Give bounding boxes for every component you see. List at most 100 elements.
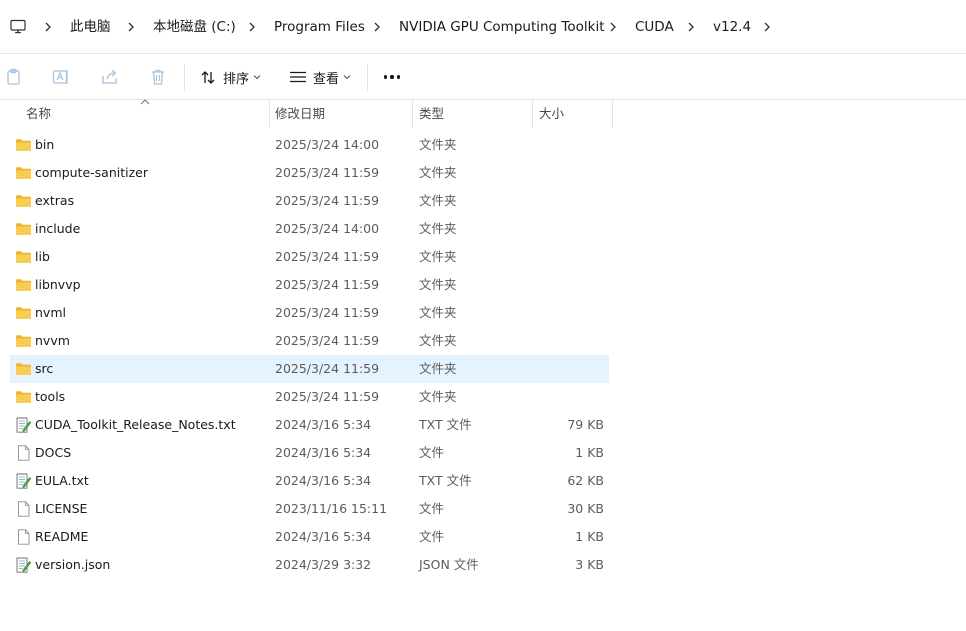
file-name: CUDA_Toolkit_Release_Notes.txt	[35, 417, 236, 432]
sort-ascending-icon	[140, 99, 150, 105]
file-name: compute-sanitizer	[35, 165, 148, 180]
file-type: 文件夹	[419, 361, 457, 376]
file-type: 文件	[419, 501, 445, 516]
column-divider[interactable]	[269, 100, 270, 128]
file-name: DOCS	[35, 445, 72, 460]
file-icon	[15, 529, 32, 545]
file-type: 文件夹	[419, 165, 457, 180]
file-size: 1 KB	[575, 529, 604, 544]
file-size: 79 KB	[567, 417, 604, 432]
toolbar-divider	[367, 64, 368, 91]
computer-icon[interactable]	[10, 19, 26, 35]
chevron-right-icon[interactable]	[762, 21, 772, 33]
dot	[396, 75, 400, 79]
file-row[interactable]: CUDA_Toolkit_Release_Notes.txt 2024/3/16 …	[10, 411, 609, 439]
file-type: 文件	[419, 445, 445, 460]
file-name: include	[35, 221, 81, 236]
delete-icon[interactable]	[148, 67, 168, 87]
file-row[interactable]: bin 2025/3/24 14:00 文件夹	[10, 131, 609, 159]
file-row[interactable]: compute-sanitizer 2025/3/24 11:59 文件夹	[10, 159, 609, 187]
breadcrumb-item[interactable]: CUDA	[635, 0, 674, 54]
column-size[interactable]: 大小	[539, 100, 564, 128]
chevron-right-icon[interactable]	[126, 21, 136, 33]
folder-icon	[15, 165, 32, 181]
text-file-icon	[15, 417, 32, 433]
dot	[384, 75, 388, 79]
address-bar[interactable]: 此电脑 本地磁盘 (C:) Program Files NVIDIA GPU C…	[0, 0, 966, 54]
file-row[interactable]: src 2025/3/24 11:59 文件夹	[10, 355, 609, 383]
column-divider[interactable]	[612, 100, 613, 128]
sort-label: 排序	[223, 71, 250, 87]
file-icon	[15, 501, 32, 517]
chevron-down-icon	[343, 75, 351, 80]
breadcrumb-item[interactable]: 此电脑	[70, 0, 111, 54]
file-date: 2025/3/24 11:59	[275, 165, 380, 180]
breadcrumb-item[interactable]: NVIDIA GPU Computing Toolkit	[399, 0, 605, 54]
file-size: 62 KB	[567, 473, 604, 488]
file-type: TXT 文件	[419, 473, 472, 488]
column-divider[interactable]	[412, 100, 413, 128]
paste-icon[interactable]	[4, 67, 24, 87]
breadcrumb-item[interactable]: Program Files	[274, 0, 365, 54]
folder-icon	[15, 193, 32, 209]
share-icon[interactable]	[100, 67, 120, 87]
file-type: 文件夹	[419, 221, 457, 236]
file-size: 1 KB	[575, 445, 604, 460]
folder-icon	[15, 333, 32, 349]
column-date[interactable]: 修改日期	[275, 100, 325, 128]
chevron-down-icon	[253, 75, 261, 80]
column-name[interactable]: 名称	[26, 100, 51, 128]
file-size: 30 KB	[567, 501, 604, 516]
view-list-icon	[290, 71, 306, 83]
chevron-right-icon[interactable]	[608, 21, 618, 33]
file-type: 文件夹	[419, 277, 457, 292]
file-size: 3 KB	[575, 557, 604, 572]
more-options-button[interactable]	[378, 67, 406, 87]
file-row[interactable]: lib 2025/3/24 11:59 文件夹	[10, 243, 609, 271]
dot	[390, 75, 394, 79]
view-button[interactable]: 查看	[289, 54, 351, 100]
file-row[interactable]: LICENSE 2023/11/16 15:11 文件 30 KB	[10, 495, 609, 523]
folder-icon	[15, 277, 32, 293]
file-name: bin	[35, 137, 55, 152]
chevron-right-icon[interactable]	[247, 21, 257, 33]
file-row[interactable]: DOCS 2024/3/16 5:34 文件 1 KB	[10, 439, 609, 467]
file-row[interactable]: version.json 2024/3/29 3:32 JSON 文件 3 KB	[10, 551, 609, 579]
file-row[interactable]: README 2024/3/16 5:34 文件 1 KB	[10, 523, 609, 551]
file-type: TXT 文件	[419, 417, 472, 432]
file-row[interactable]: tools 2025/3/24 11:59 文件夹	[10, 383, 609, 411]
file-date: 2025/3/24 11:59	[275, 193, 380, 208]
folder-icon	[15, 389, 32, 405]
sort-icon	[201, 70, 215, 84]
column-divider[interactable]	[532, 100, 533, 128]
rename-icon[interactable]	[51, 67, 71, 87]
file-row[interactable]: libnvvp 2025/3/24 11:59 文件夹	[10, 271, 609, 299]
file-row[interactable]: nvml 2025/3/24 11:59 文件夹	[10, 299, 609, 327]
chevron-right-icon[interactable]	[686, 21, 696, 33]
file-type: 文件夹	[419, 137, 457, 152]
chevron-right-icon[interactable]	[43, 21, 53, 33]
breadcrumb-item[interactable]: v12.4	[713, 0, 751, 54]
column-type[interactable]: 类型	[419, 100, 444, 128]
command-bar: 排序 查看	[0, 54, 966, 100]
sort-button[interactable]: 排序	[200, 54, 261, 100]
file-row[interactable]: nvvm 2025/3/24 11:59 文件夹	[10, 327, 609, 355]
file-row[interactable]: include 2025/3/24 14:00 文件夹	[10, 215, 609, 243]
breadcrumb-item[interactable]: 本地磁盘 (C:)	[153, 0, 236, 54]
file-name: nvvm	[35, 333, 70, 348]
file-date: 2025/3/24 11:59	[275, 333, 380, 348]
file-row[interactable]: extras 2025/3/24 11:59 文件夹	[10, 187, 609, 215]
chevron-right-icon[interactable]	[372, 21, 382, 33]
file-type: JSON 文件	[419, 557, 479, 572]
file-date: 2025/3/24 11:59	[275, 361, 380, 376]
file-date: 2025/3/24 11:59	[275, 389, 380, 404]
folder-icon	[15, 361, 32, 377]
file-type: 文件夹	[419, 333, 457, 348]
file-date: 2025/3/24 14:00	[275, 221, 380, 236]
file-type: 文件夹	[419, 305, 457, 320]
file-row[interactable]: EULA.txt 2024/3/16 5:34 TXT 文件 62 KB	[10, 467, 609, 495]
file-name: nvml	[35, 305, 66, 320]
file-date: 2025/3/24 11:59	[275, 277, 380, 292]
column-header: 名称 修改日期 类型 大小	[0, 99, 966, 128]
file-name: lib	[35, 249, 50, 264]
